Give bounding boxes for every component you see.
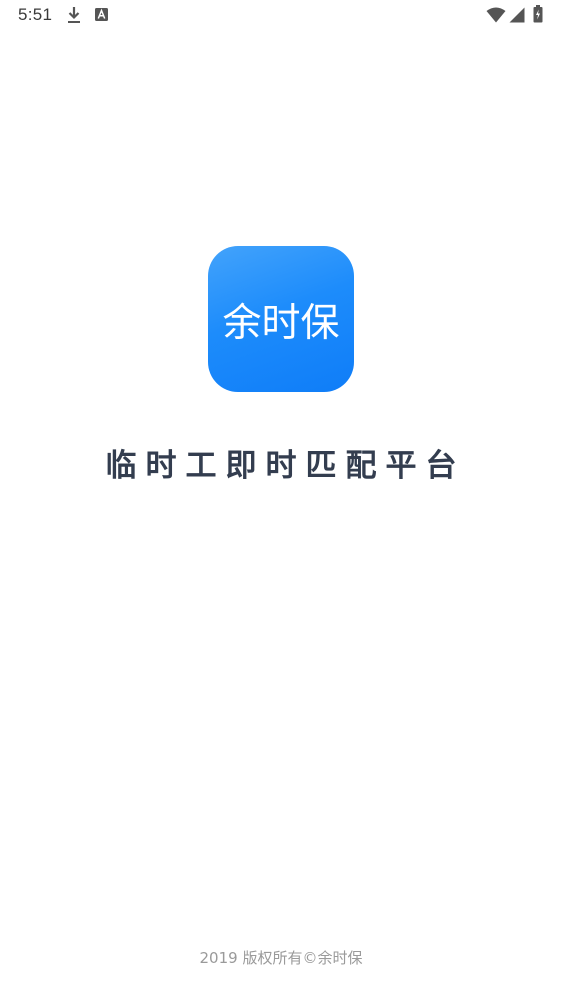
signal-icon	[509, 7, 525, 23]
status-time: 5:51	[18, 5, 53, 24]
copyright-text: 2019 版权所有©余时保	[199, 949, 363, 967]
battery-icon	[533, 5, 543, 23]
app-logo: 余时保	[208, 246, 354, 392]
wifi-icon	[486, 7, 506, 23]
a-box-icon	[95, 8, 108, 21]
status-bar: 5:51	[0, 0, 562, 30]
splash-screen: 5:51 余时保 临时工即时匹配平台 2019 版权所有©余时保	[0, 0, 562, 1000]
download-icon	[68, 7, 80, 23]
app-logo-text: 余时保	[222, 301, 340, 346]
app-tagline: 临时工即时匹配平台	[105, 448, 466, 484]
